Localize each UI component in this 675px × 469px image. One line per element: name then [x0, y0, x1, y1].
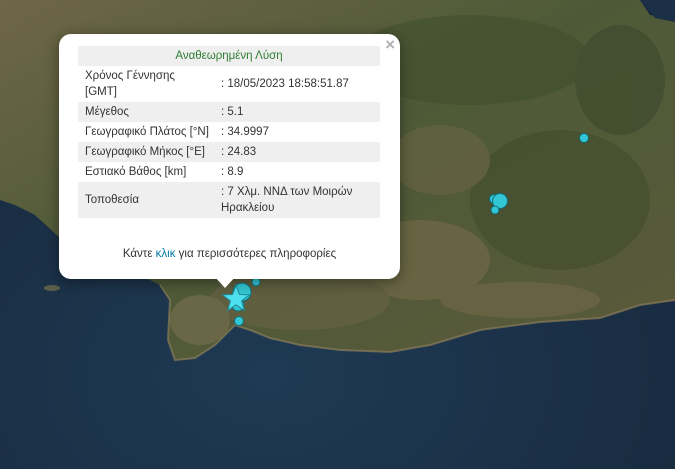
earthquake-info-popup: × Αναθεωρημένη Λύση Χρόνος Γέννησης [GMT…	[59, 34, 400, 279]
row-label: Γεωγραφικό Μήκος [°E]	[78, 142, 214, 162]
table-row: Τοποθεσία : 7 Χλμ. ΝΝΔ των Μοιρών Ηρακλε…	[78, 182, 380, 218]
row-label: Τοποθεσία	[78, 182, 214, 218]
more-info-prefix: Κάντε	[122, 248, 156, 260]
table-row: Μέγεθος : 5.1	[78, 102, 380, 122]
more-info-link[interactable]: κλικ	[156, 248, 176, 260]
row-label: Μέγεθος	[78, 102, 214, 122]
row-label: Χρόνος Γέννησης [GMT]	[85, 70, 175, 98]
row-value: : 34.9997	[221, 126, 269, 138]
earthquake-marker[interactable]	[251, 277, 261, 287]
islet	[44, 285, 60, 291]
table-row: Εστιακό Βάθος [km] : 8.9	[78, 162, 380, 182]
event-info-table: Αναθεωρημένη Λύση Χρόνος Γέννησης [GMT] …	[78, 46, 380, 218]
row-value: : 8.9	[221, 166, 244, 178]
table-row: Γεωγραφικό Πλάτος [°N] : 34.9997	[78, 122, 380, 142]
popup-tip	[214, 276, 236, 288]
row-value: : 7 Χλμ. ΝΝΔ των Μοιρών Ηρακλείου	[214, 182, 380, 218]
table-row: Γεωγραφικό Μήκος [°E] : 24.83	[78, 142, 380, 162]
solution-status: Αναθεωρημένη Λύση	[78, 46, 380, 66]
earthquake-marker[interactable]	[490, 205, 500, 215]
row-value: : 5.1	[214, 102, 380, 122]
row-value: : 24.83	[214, 142, 380, 162]
row-value: : 18/05/2023 18:58:51.87	[221, 78, 349, 90]
row-label: Εστιακό Βάθος [km]	[85, 166, 187, 178]
more-info-suffix: για περισσότερες πληροφορίες	[175, 248, 337, 260]
table-row: Χρόνος Γέννησης [GMT] : 18/05/2023 18:58…	[78, 66, 380, 102]
earthquake-marker[interactable]	[234, 316, 244, 326]
row-label: Γεωγραφικό Πλάτος [°N]	[85, 126, 209, 138]
close-popup-button[interactable]: ×	[385, 36, 395, 54]
earthquake-marker[interactable]	[579, 133, 589, 143]
more-info-line: Κάντε κλικ για περισσότερες πληροφορίες	[59, 248, 400, 260]
table-header-row: Αναθεωρημένη Λύση	[78, 46, 380, 66]
